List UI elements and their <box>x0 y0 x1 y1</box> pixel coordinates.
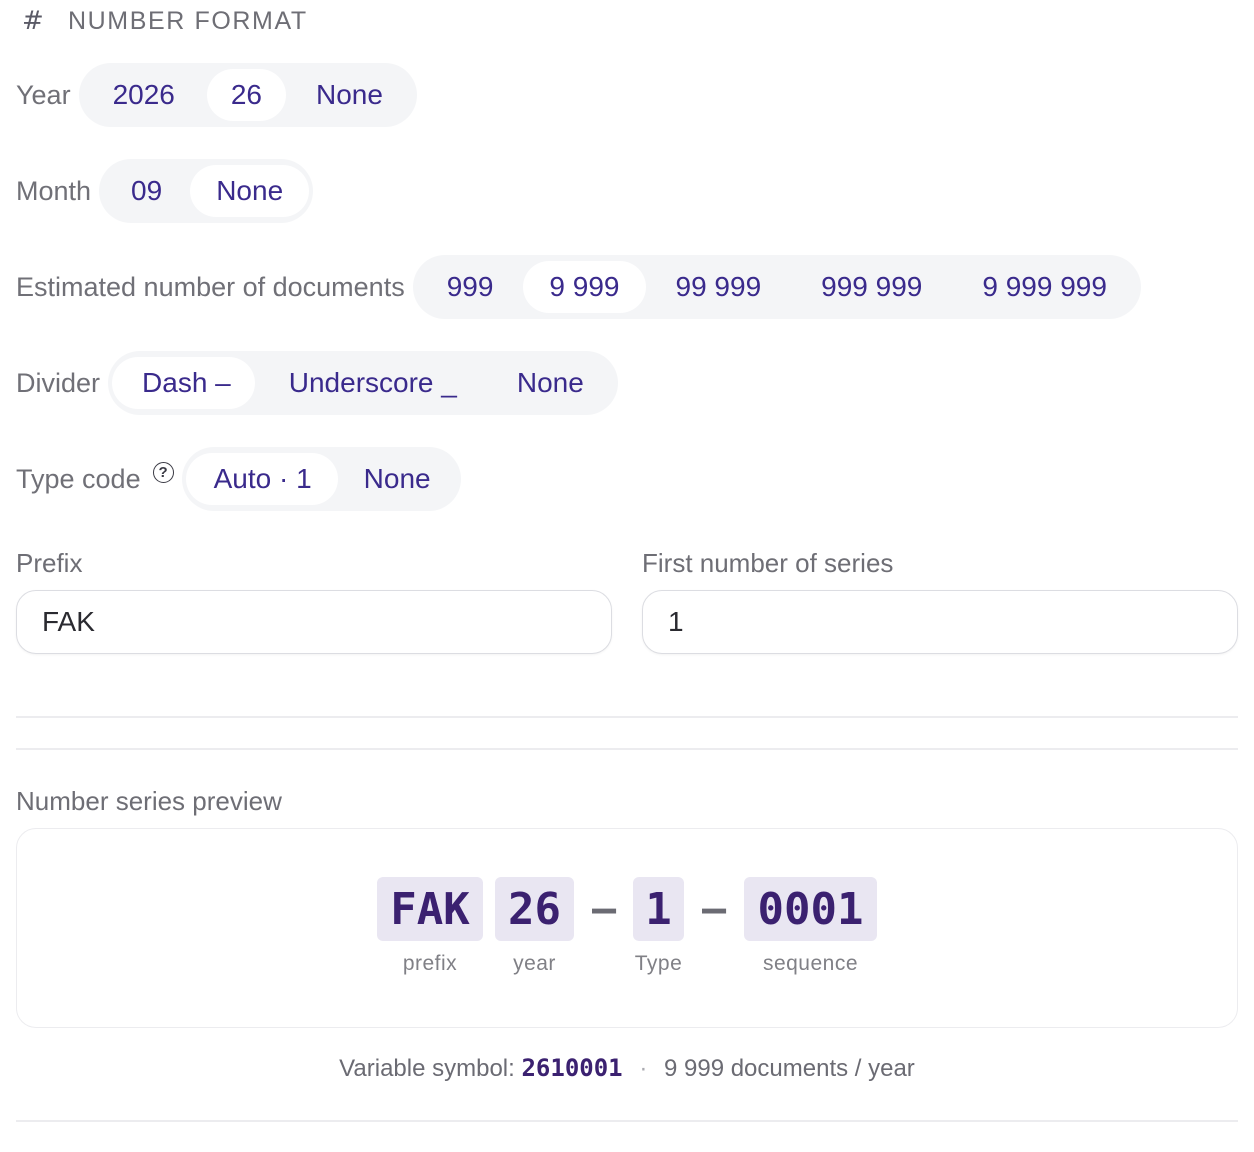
type-code-row: Type code ? Auto · 1 None <box>16 447 461 511</box>
preview-token-prefix: FAK <box>377 877 483 941</box>
estimated-segmented-control: 999 9 999 99 999 999 999 9 999 999 <box>412 255 1141 319</box>
divider-option-underscore[interactable]: Underscore _ <box>255 357 487 409</box>
hash-icon: # <box>22 6 44 36</box>
help-icon[interactable]: ? <box>152 461 174 483</box>
year-row: Year 2026 26 None <box>16 63 417 127</box>
first-number-label: First number of series <box>642 548 894 578</box>
section-title: NUMBER FORMAT <box>68 6 308 35</box>
divider-row: Divider Dash – Underscore _ None <box>16 351 618 415</box>
month-option-09[interactable]: 09 <box>103 165 190 217</box>
preview-box <box>16 828 1238 1028</box>
section-header: # NUMBER FORMAT <box>22 6 308 36</box>
estimated-option-9999[interactable]: 9 999 <box>523 261 646 313</box>
preview-token-sequence: 0001 <box>744 877 877 941</box>
month-label: Month <box>16 175 92 206</box>
preview-separator: – <box>591 886 617 932</box>
documents-per-year: 9 999 documents / year <box>663 1055 915 1082</box>
month-option-none[interactable]: None <box>190 165 310 217</box>
divider-option-none[interactable]: None <box>487 357 614 409</box>
summary-dot: · <box>639 1055 648 1082</box>
type-code-option-none[interactable]: None <box>338 453 457 505</box>
preview-caption-type: Type <box>634 952 683 975</box>
type-code-label-text: Type code <box>16 463 141 494</box>
divider-line <box>16 748 1238 750</box>
year-option-26[interactable]: 26 <box>206 69 287 121</box>
preview-caption-prefix: prefix <box>402 952 458 975</box>
preview-label: Number series preview <box>16 786 282 816</box>
month-segmented-control: 09 None <box>99 159 314 223</box>
variable-symbol-value: 2610001 <box>521 1054 623 1082</box>
divider-option-dash[interactable]: Dash – <box>112 357 255 409</box>
estimated-label: Estimated number of documents <box>16 271 405 302</box>
year-option-none[interactable]: None <box>286 69 413 121</box>
divider-line <box>16 1120 1238 1122</box>
estimated-row: Estimated number of documents 999 9 999 … <box>16 255 1141 319</box>
preview-summary: Variable symbol: 2610001 · 9 999 documen… <box>0 1054 1254 1083</box>
estimated-option-99999[interactable]: 99 999 <box>646 261 792 313</box>
preview-separator: – <box>701 886 727 932</box>
year-segmented-control: 2026 26 None <box>78 63 417 127</box>
divider-label: Divider <box>16 367 101 398</box>
first-number-input[interactable]: 1 <box>642 590 1238 654</box>
type-code-option-auto[interactable]: Auto · 1 <box>185 453 338 505</box>
estimated-option-999999[interactable]: 999 999 <box>791 261 952 313</box>
type-code-segmented-control: Auto · 1 None <box>181 447 461 511</box>
estimated-option-999[interactable]: 999 <box>417 261 524 313</box>
prefix-input[interactable]: FAK <box>16 590 612 654</box>
year-option-2026[interactable]: 2026 <box>83 69 207 121</box>
prefix-label: Prefix <box>16 548 83 578</box>
type-code-label: Type code ? <box>16 461 174 495</box>
divider-line <box>16 716 1238 718</box>
estimated-option-9999999[interactable]: 9 999 999 <box>952 261 1137 313</box>
preview-token-year: 26 <box>495 877 574 941</box>
divider-segmented-control: Dash – Underscore _ None <box>108 351 618 415</box>
year-label: Year <box>16 79 71 110</box>
preview-caption-year: year <box>513 952 556 975</box>
variable-symbol-label: Variable symbol: <box>339 1055 515 1082</box>
preview-caption-sequence: sequence <box>762 952 859 975</box>
preview-token-type: 1 <box>633 877 684 941</box>
month-row: Month 09 None <box>16 159 314 223</box>
